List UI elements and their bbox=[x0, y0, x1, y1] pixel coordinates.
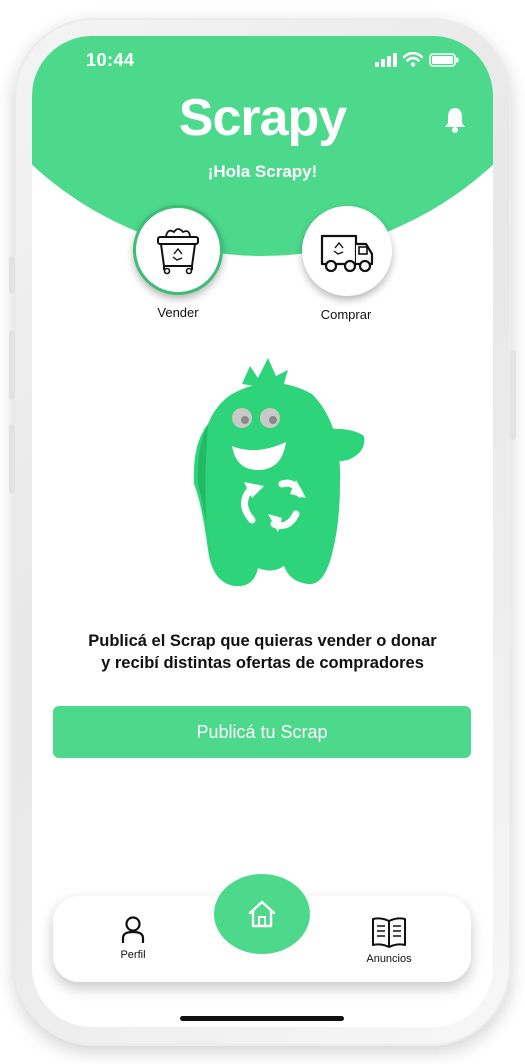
phone-side-button bbox=[9, 424, 15, 494]
buy-button[interactable] bbox=[302, 206, 392, 296]
signal-icon bbox=[375, 52, 397, 67]
wifi-icon bbox=[403, 52, 423, 67]
sell-label: Vender bbox=[157, 305, 199, 320]
status-icons bbox=[375, 52, 459, 67]
bell-icon bbox=[445, 108, 465, 133]
home-icon bbox=[248, 900, 276, 928]
app-screen: 10:44 Scrapy ¡Hola Scrapy! Vender Compra… bbox=[32, 36, 493, 1027]
nav-item-profile[interactable]: Perfil bbox=[93, 916, 173, 961]
phone-side-button bbox=[9, 256, 15, 294]
phone-side-button bbox=[9, 330, 15, 400]
buy-label: Comprar bbox=[320, 307, 372, 322]
nav-label-ads: Anuncios bbox=[366, 953, 412, 965]
battery-icon bbox=[429, 52, 459, 67]
publish-scrap-button[interactable]: Publicá tu Scrap bbox=[53, 706, 471, 758]
nav-label-profile: Perfil bbox=[120, 949, 146, 961]
promo-text: Publicá el Scrap que quieras vender o do… bbox=[42, 630, 483, 674]
recycling-truck-icon bbox=[320, 234, 374, 273]
sell-button[interactable] bbox=[133, 205, 223, 295]
notifications-button[interactable] bbox=[443, 106, 467, 139]
open-book-icon bbox=[372, 917, 406, 948]
user-icon bbox=[121, 916, 145, 943]
recycle-mascot-icon bbox=[193, 358, 365, 587]
home-button[interactable] bbox=[214, 874, 310, 954]
nav-item-ads[interactable]: Anuncios bbox=[349, 916, 429, 965]
status-time: 10:44 bbox=[86, 50, 135, 70]
mascot-illustration bbox=[172, 354, 372, 599]
promo-line-2: y recibí distintas ofertas de compradore… bbox=[101, 654, 424, 672]
phone-side-button bbox=[510, 350, 516, 440]
promo-line-1: Publicá el Scrap que quieras vender o do… bbox=[88, 632, 437, 650]
greeting-text: ¡Hola Scrapy! bbox=[207, 162, 318, 181]
app-title: Scrapy bbox=[178, 89, 347, 147]
recycling-bin-icon bbox=[157, 228, 199, 275]
home-indicator bbox=[180, 1016, 344, 1021]
